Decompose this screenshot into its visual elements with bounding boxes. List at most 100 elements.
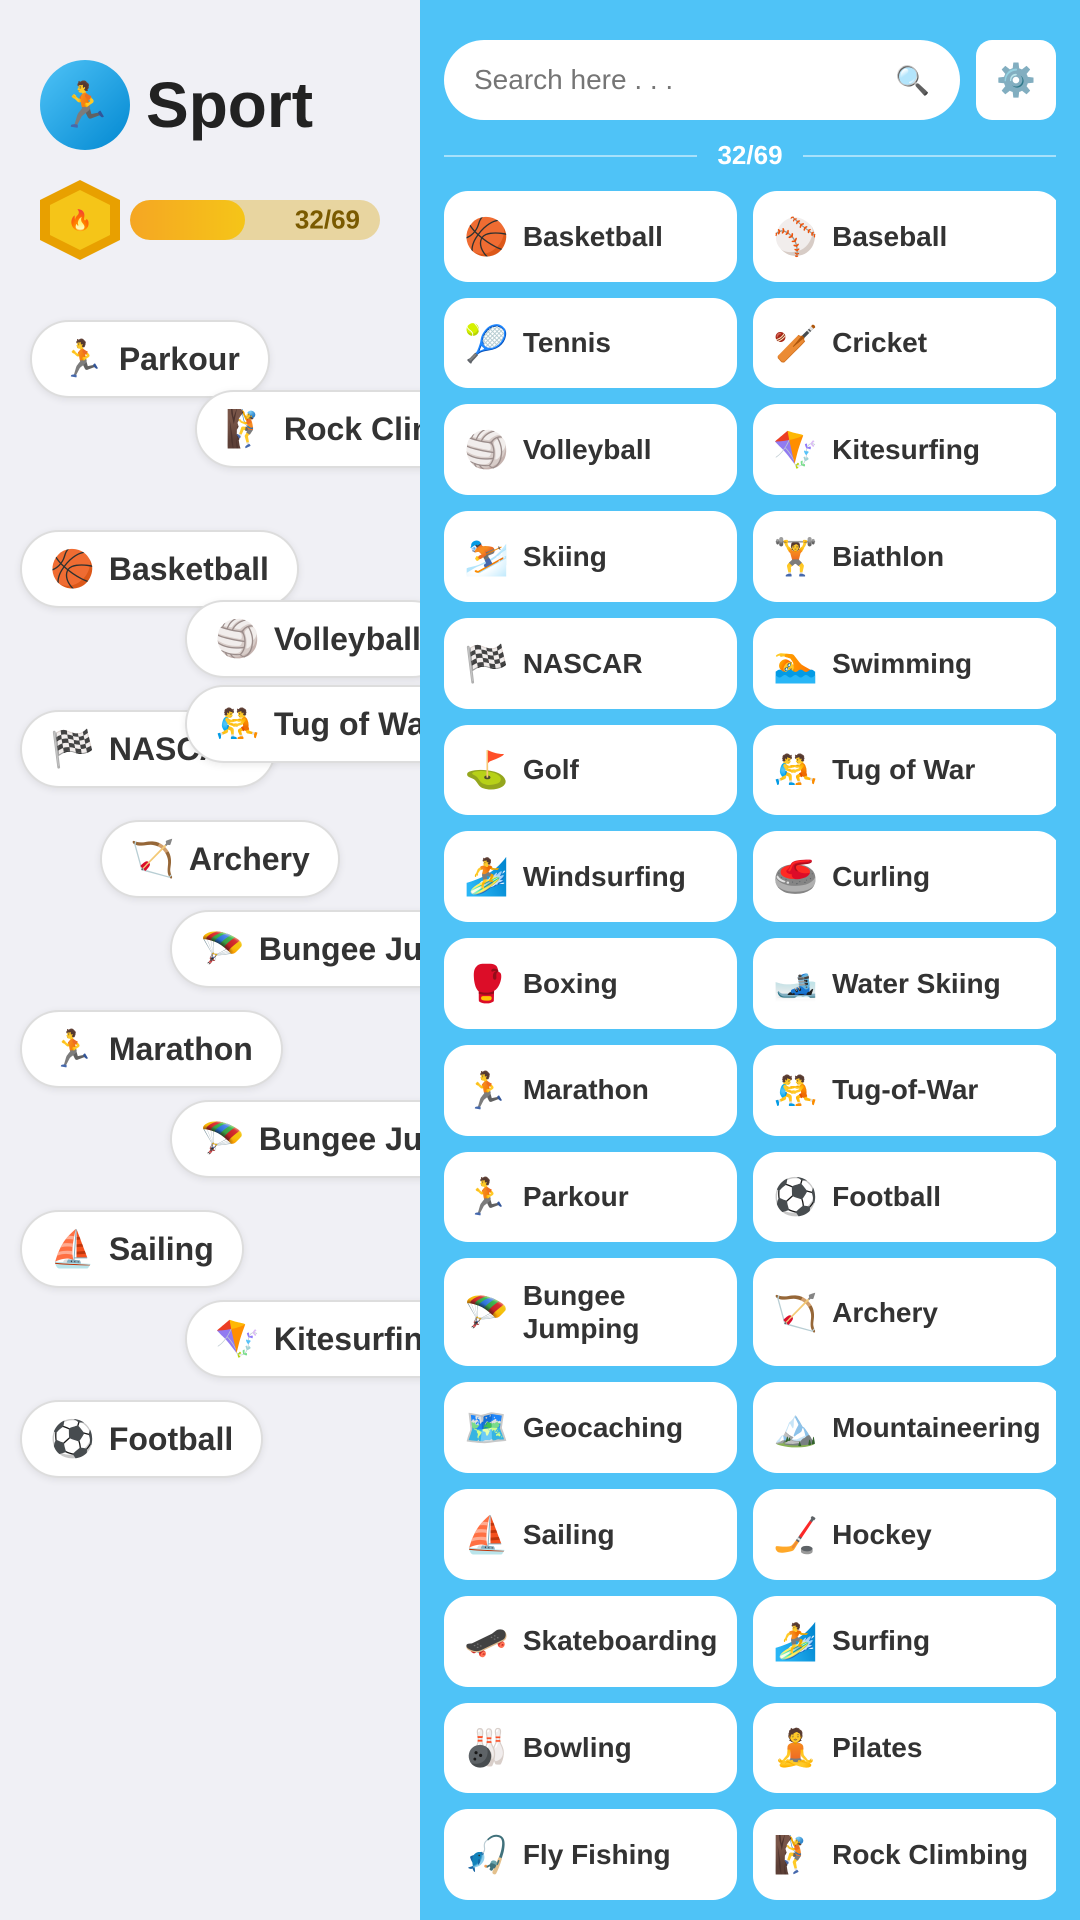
sport-emoji: 🤼 [215,703,260,745]
sport-emoji: ⛵ [50,1228,95,1270]
sport-emoji: 🪁 [215,1318,260,1360]
grid-sport-item-hockey[interactable]: 🏒 Hockey [753,1489,1056,1580]
sport-grid-emoji: 🎾 [464,322,509,365]
grid-sport-item-pilates[interactable]: 🧘Pilates [753,1703,1056,1794]
left-sport-item-parkour-left[interactable]: 🏃Parkour [30,320,270,398]
sport-grid-label: Swimming [832,647,972,681]
grid-sport-item-bungee-jumping[interactable]: 🪂Bungee Jumping [444,1258,737,1366]
sport-grid-emoji: ⚽ [773,1175,818,1218]
grid-sport-item-rock-climbing[interactable]: 🧗Rock Climbing [753,1809,1056,1900]
sport-emoji: 🏹 [130,838,175,880]
grid-sport-item-tennis[interactable]: 🎾Tennis [444,298,737,389]
sport-grid-label: Volleyball [523,433,652,467]
sport-emoji: 🏀 [50,548,95,590]
sport-grid-emoji: 🏏 [773,322,818,365]
sport-emoji: 🏃 [50,1028,95,1070]
sport-grid-label: Sailing [523,1518,615,1552]
sport-grid-emoji: 🤼 [773,1069,818,1112]
grid-sport-item-parkour[interactable]: 🏃 Parkour [444,1152,737,1243]
sport-grid-emoji: 🪁 [773,428,818,471]
grid-sport-item-cricket[interactable]: 🏏Cricket [753,298,1056,389]
grid-sport-item-skiing[interactable]: ⛷️Skiing [444,511,737,602]
grid-sport-item-geocaching[interactable]: 🗺️Geocaching [444,1382,737,1473]
search-input[interactable] [474,64,879,96]
grid-sport-item-skateboarding[interactable]: 🛹Skateboarding [444,1596,737,1687]
left-sport-item-sailing-left[interactable]: ⛵ Sailing [20,1210,244,1288]
grid-sport-item-windsurfing[interactable]: 🏄Windsurfing [444,831,737,922]
left-sport-item-tug-of-war-left[interactable]: 🤼Tug of War [185,685,420,763]
sport-grid-label: Hockey [832,1518,932,1552]
sport-emoji: 🏃 [60,338,105,380]
sport-grid-emoji: 🥌 [773,855,818,898]
sport-grid-emoji: 🏀 [464,215,509,258]
left-sport-item-kitesurfing-left[interactable]: 🪁Kitesurfing [185,1300,420,1378]
app-icon: 🏃 [40,60,130,150]
sport-grid-emoji: 🏃 [464,1175,509,1218]
sport-label: Basketball [109,551,269,588]
sport-grid-label: Rock Climbing [832,1838,1028,1872]
grid-sport-item-tug-of-war[interactable]: 🤼Tug of War [753,725,1056,816]
left-sport-item-basketball-left[interactable]: 🏀 Basketball [20,530,299,608]
progress-section: 🔥 32/69 [40,180,380,260]
sport-grid-label: Parkour [523,1180,629,1214]
left-sport-item-football-left[interactable]: ⚽Football [20,1400,263,1478]
grid-sport-item-basketball[interactable]: 🏀 Basketball [444,191,737,282]
sport-grid-label: Water Skiing [832,967,1001,1001]
grid-sport-item-marathon[interactable]: 🏃Marathon [444,1045,737,1136]
filter-button[interactable]: ⚙️ [976,40,1056,120]
sport-label: Sailing [109,1231,214,1268]
grid-sport-item-tug-of-war2[interactable]: 🤼 Tug-of-War [753,1045,1056,1136]
grid-sport-item-water-skiing[interactable]: 🎿 Water Skiing [753,938,1056,1029]
left-sport-item-bungee-jumping-left[interactable]: 🪂Bungee Jumping [170,910,420,988]
sport-grid-emoji: 🗺️ [464,1406,509,1449]
grid-sport-item-baseball[interactable]: ⚾ Baseball [753,191,1056,282]
sport-label: Archery [189,841,310,878]
sport-grid-label: Windsurfing [523,860,686,894]
sport-grid-label: Baseball [832,220,947,254]
sport-grid-label: Tug of War [832,753,975,787]
search-icon[interactable]: 🔍 [895,64,930,97]
right-panel: 🔍 ⚙️ 32/69 🏀 Basketball ⚾ Baseball 🎾Tennis🏏C… [420,0,1080,1920]
sport-grid-label: Basketball [523,220,663,254]
left-panel: 🏃 Sport 🔥 32/69 🏃Parkour🧗Rock Climbing🏀B… [0,0,420,1920]
grid-sport-item-archery[interactable]: 🏹Archery [753,1258,1056,1366]
sport-grid-label: Surfing [832,1624,930,1658]
left-sport-item-archery-left[interactable]: 🏹 Archery [100,820,340,898]
divider-right [803,155,1056,157]
sport-grid-emoji: 🏄 [773,1620,818,1663]
sport-grid-label: Skateboarding [523,1624,717,1658]
sport-emoji: 🏁 [50,728,95,770]
sport-grid-emoji: 🎿 [773,962,818,1005]
sport-emoji: 🪂 [200,928,245,970]
search-row: 🔍 ⚙️ [444,40,1056,120]
sport-grid-label: Biathlon [832,540,944,574]
grid-sport-item-kitesurfing[interactable]: 🪁Kitesurfing [753,404,1056,495]
progress-label: 32/69 [295,205,360,236]
grid-sport-item-nascar[interactable]: 🏁NASCAR [444,618,737,709]
sport-grid-label: Bowling [523,1731,632,1765]
divider-row: 32/69 [444,140,1056,171]
grid-sport-item-swimming[interactable]: 🏊Swimming [753,618,1056,709]
left-sport-item-volleyball-left[interactable]: 🏐Volleyball [185,600,420,678]
grid-sport-item-volleyball[interactable]: 🏐Volleyball [444,404,737,495]
search-box[interactable]: 🔍 [444,40,960,120]
sport-grid-label: Tug-of-War [832,1073,978,1107]
left-sport-item-bungee-jumping-left2[interactable]: 🪂Bungee Jumping [170,1100,420,1178]
sport-grid-emoji: ⚾ [773,215,818,258]
grid-sport-item-golf[interactable]: ⛳Golf [444,725,737,816]
sport-grid-emoji: ⛷️ [464,535,509,578]
left-sport-item-marathon-left[interactable]: 🏃Marathon [20,1010,283,1088]
grid-sport-item-football[interactable]: ⚽Football [753,1152,1056,1243]
grid-sport-item-biathlon[interactable]: 🏋️Biathlon [753,511,1056,602]
sport-grid-emoji: 🏒 [773,1513,818,1556]
grid-sport-item-fly-fishing[interactable]: 🎣Fly Fishing [444,1809,737,1900]
grid-sport-item-bowling[interactable]: 🎳Bowling [444,1703,737,1794]
left-sport-item-rock-climbing-left[interactable]: 🧗Rock Climbing [195,390,420,468]
grid-sport-item-mountaineering[interactable]: 🏔️Mountaineering [753,1382,1056,1473]
grid-sport-item-sailing[interactable]: ⛵Sailing [444,1489,737,1580]
sport-grid-label: Fly Fishing [523,1838,671,1872]
grid-sport-item-surfing[interactable]: 🏄 Surfing [753,1596,1056,1687]
sport-grid-label: Boxing [523,967,618,1001]
grid-sport-item-curling[interactable]: 🥌Curling [753,831,1056,922]
grid-sport-item-boxing[interactable]: 🥊Boxing [444,938,737,1029]
